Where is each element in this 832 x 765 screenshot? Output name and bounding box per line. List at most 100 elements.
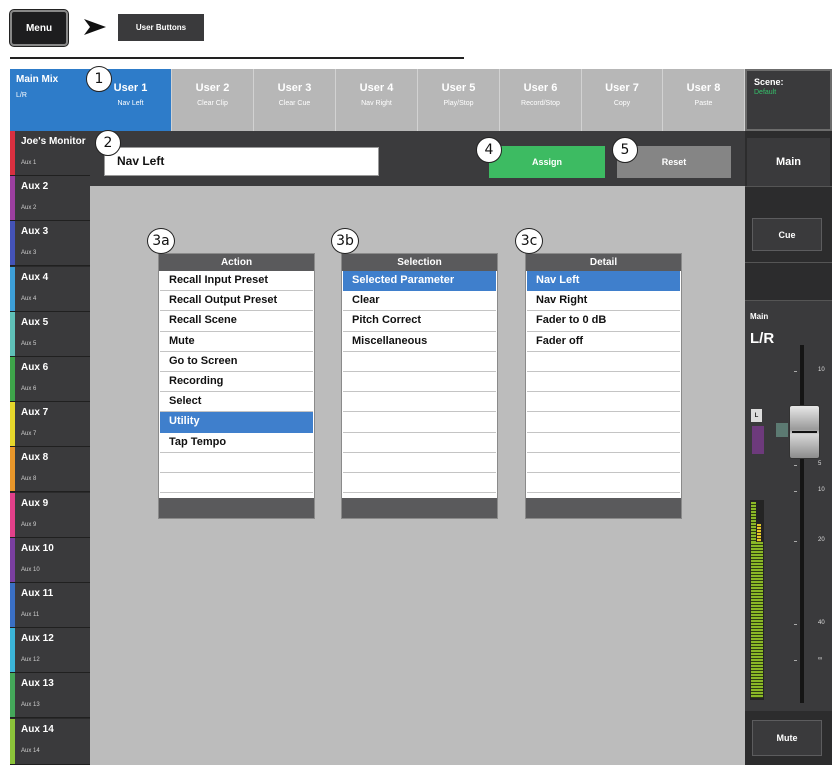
- list-item[interactable]: [160, 453, 313, 473]
- list-item[interactable]: [160, 473, 313, 494]
- aux-sub: Aux 2: [21, 205, 37, 212]
- scale-tick: [794, 660, 797, 661]
- aux-item[interactable]: Aux 12 Aux 12: [10, 628, 90, 674]
- aux-name: Aux 8: [21, 452, 49, 464]
- tab-label: User 6: [523, 82, 558, 94]
- list-item[interactable]: [343, 392, 496, 413]
- menu-button[interactable]: Menu: [10, 10, 68, 46]
- list-item[interactable]: Mute: [160, 332, 313, 352]
- meter-green-l: [751, 502, 756, 542]
- scale-tick: [794, 624, 797, 625]
- aux-item[interactable]: Aux 9 Aux 9: [10, 492, 90, 538]
- aux-name: Aux 2: [21, 181, 49, 193]
- aux-color-bar: [10, 311, 15, 356]
- list-item[interactable]: Recall Output Preset: [160, 291, 313, 312]
- tab-user-2[interactable]: User 2 Clear Clip: [172, 69, 254, 131]
- detail-header: Detail: [526, 254, 681, 271]
- tab-user-8[interactable]: User 8 Paste: [663, 69, 745, 131]
- list-item[interactable]: Pitch Correct: [343, 311, 496, 332]
- aux-item[interactable]: Aux 11 Aux 11: [10, 583, 90, 628]
- list-item[interactable]: Recall Input Preset: [160, 271, 313, 292]
- aux-sub: Aux 7: [21, 431, 37, 438]
- aux-item[interactable]: Joe's Monitor Aux 1: [10, 131, 90, 176]
- list-item[interactable]: Fader to 0 dB: [527, 311, 680, 332]
- callout-5: 5: [612, 137, 638, 163]
- button-name-field[interactable]: Nav Left: [104, 147, 379, 176]
- tab-label: User 3: [277, 82, 312, 94]
- scale-tick: [794, 465, 797, 466]
- fader-handle[interactable]: [789, 405, 820, 459]
- aux-item[interactable]: Aux 6 Aux 6: [10, 357, 90, 402]
- aux-item[interactable]: Aux 10 Aux 10: [10, 537, 90, 583]
- list-item[interactable]: [527, 352, 680, 372]
- aux-color-bar: [10, 266, 15, 311]
- list-item[interactable]: [343, 372, 496, 393]
- aux-sub: Aux 3: [21, 250, 37, 257]
- aux-name: Aux 7: [21, 407, 49, 419]
- aux-color-bar: [10, 176, 15, 221]
- tab-sub: Record/Stop: [521, 100, 560, 107]
- list-item[interactable]: [527, 392, 680, 413]
- aux-sub: Aux 5: [21, 340, 37, 347]
- list-item[interactable]: [343, 433, 496, 453]
- tab-user-5[interactable]: User 5 Play/Stop: [418, 69, 500, 131]
- list-item[interactable]: [527, 473, 680, 494]
- callout-3c: 3c: [515, 228, 543, 254]
- aux-item[interactable]: Aux 2 Aux 2: [10, 176, 90, 222]
- aux-item[interactable]: Aux 4 Aux 4: [10, 266, 90, 312]
- list-item[interactable]: [343, 473, 496, 494]
- main-button[interactable]: Main: [747, 138, 830, 186]
- callout-2: 2: [95, 130, 121, 156]
- aux-color-bar: [10, 492, 15, 537]
- aux-color-bar: [10, 673, 15, 718]
- aux-item[interactable]: Aux 3 Aux 3: [10, 221, 90, 267]
- list-item[interactable]: Miscellaneous: [343, 332, 496, 352]
- aux-color-bar: [10, 357, 15, 401]
- list-item[interactable]: Nav Left: [527, 271, 680, 292]
- breadcrumb-user-buttons[interactable]: User Buttons: [118, 14, 204, 41]
- list-item[interactable]: [343, 412, 496, 433]
- list-item[interactable]: Nav Right: [527, 291, 680, 312]
- aux-item[interactable]: Aux 8 Aux 8: [10, 447, 90, 493]
- list-item[interactable]: [527, 453, 680, 473]
- assign-button[interactable]: Assign: [489, 146, 605, 178]
- list-item[interactable]: Fader off: [527, 332, 680, 352]
- list-item[interactable]: Clear: [343, 291, 496, 312]
- divider: [10, 57, 464, 59]
- list-item[interactable]: Go to Screen: [160, 352, 313, 372]
- mute-button[interactable]: Mute: [752, 720, 822, 756]
- list-item[interactable]: Recording: [160, 372, 313, 393]
- tab-sub: Clear Cue: [278, 100, 311, 107]
- scene-button[interactable]: Scene: Default: [745, 69, 832, 131]
- selection-header: Selection: [342, 254, 497, 271]
- list-item[interactable]: [343, 352, 496, 372]
- list-item[interactable]: Select: [160, 392, 313, 413]
- callout-4: 4: [476, 137, 502, 163]
- pan-indicator: [752, 426, 764, 454]
- list-item[interactable]: Tap Tempo: [160, 433, 313, 453]
- tab-label: User 7: [605, 82, 639, 94]
- aux-item[interactable]: Aux 7 Aux 7: [10, 402, 90, 448]
- scene-value: Default: [754, 89, 777, 96]
- aux-color-bar: [10, 447, 15, 492]
- list-item[interactable]: Utility: [160, 412, 313, 433]
- main-mix-tab[interactable]: Main Mix L/R: [10, 69, 90, 131]
- aux-item[interactable]: Aux 5 Aux 5: [10, 311, 90, 357]
- tab-user-7[interactable]: User 7 Copy: [582, 69, 663, 131]
- list-item[interactable]: [527, 412, 680, 433]
- right-indicator: [776, 423, 788, 437]
- list-item[interactable]: [527, 433, 680, 453]
- tab-user-3[interactable]: User 3 Clear Cue: [254, 69, 336, 131]
- list-item[interactable]: [527, 372, 680, 393]
- cue-button[interactable]: Cue: [752, 218, 822, 251]
- list-item[interactable]: [343, 453, 496, 473]
- aux-sub: Aux 11: [21, 612, 40, 618]
- aux-name: Aux 9: [21, 497, 49, 509]
- aux-item[interactable]: Aux 13 Aux 13: [10, 673, 90, 719]
- tab-user-6[interactable]: User 6 Record/Stop: [500, 69, 582, 131]
- tab-sub: Copy: [613, 100, 631, 107]
- list-item[interactable]: Recall Scene: [160, 311, 313, 332]
- aux-item[interactable]: Aux 14 Aux 14: [10, 718, 90, 765]
- list-item[interactable]: Selected Parameter: [343, 271, 496, 292]
- tab-user-4[interactable]: User 4 Nav Right: [336, 69, 418, 131]
